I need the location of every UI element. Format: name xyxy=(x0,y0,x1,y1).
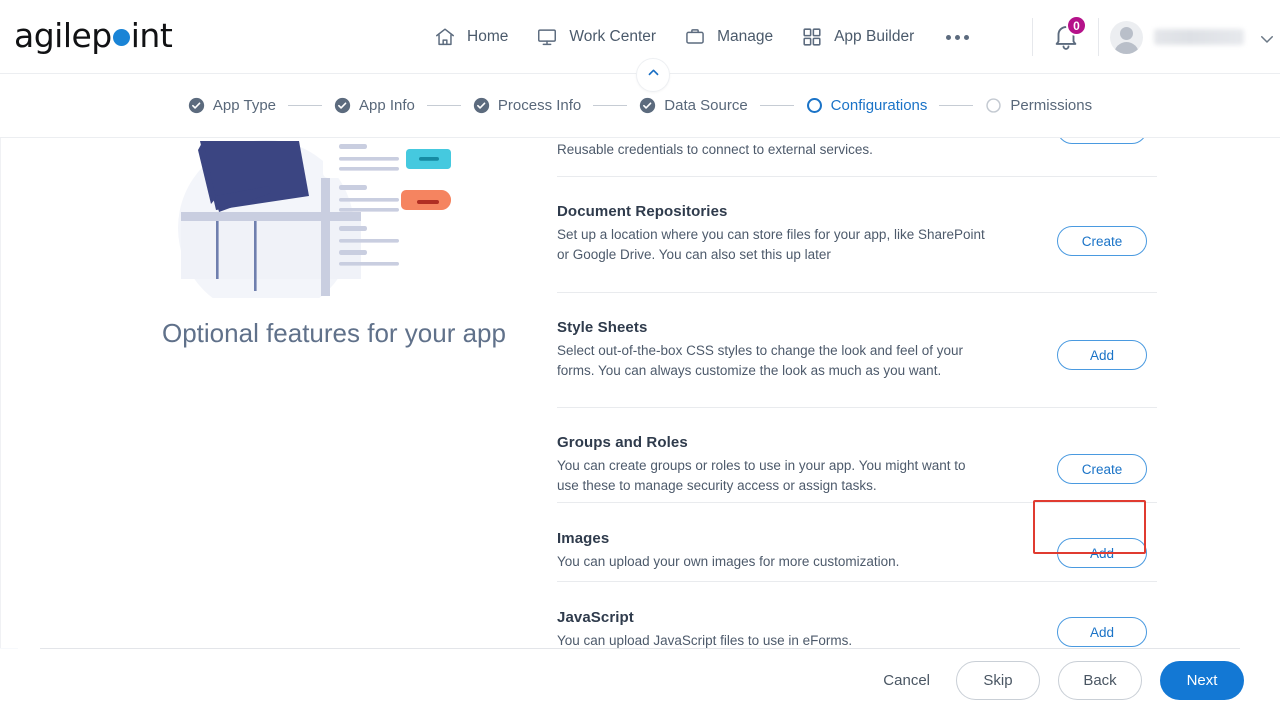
list-item: JavaScript You can upload JavaScript fil… xyxy=(557,582,1157,648)
row-action: Create xyxy=(1057,226,1147,256)
wizard-content: Optional features for your app Reusable … xyxy=(0,138,1280,648)
nav-item-manage[interactable]: Manage xyxy=(682,24,773,50)
nav-divider-2 xyxy=(1098,18,1099,56)
back-button[interactable]: Back xyxy=(1058,661,1142,700)
notification-badge: 0 xyxy=(1066,15,1087,36)
row-action: Add xyxy=(1057,617,1147,647)
left-panel: Optional features for your app xyxy=(19,138,589,648)
check-circle-filled-icon xyxy=(473,97,490,114)
footer-buttons: Cancel Skip Back Next xyxy=(875,661,1244,700)
step-configurations-label: Configurations xyxy=(830,97,928,114)
step-connector-4 xyxy=(759,104,794,107)
logo-text-left: agilep xyxy=(14,16,112,55)
list-item: Images You can upload your own images fo… xyxy=(557,503,1157,581)
row-title: Groups and Roles xyxy=(557,434,688,451)
row-title: JavaScript xyxy=(557,609,634,626)
step-app-info[interactable]: App Info xyxy=(334,97,415,114)
stepper-steps: App Type App Info Process Info Data Sour… xyxy=(188,97,1092,114)
row-description: You can upload JavaScript files to use i… xyxy=(557,633,853,648)
bell-icon xyxy=(1051,26,1081,56)
step-connector-2 xyxy=(426,104,461,107)
row-description: You can upload your own images for more … xyxy=(557,554,900,569)
avatar-body xyxy=(1114,42,1139,54)
check-circle-filled-icon xyxy=(188,97,205,114)
document-repositories-create-button[interactable]: Create xyxy=(1057,226,1147,256)
circle-outline-icon xyxy=(985,97,1002,114)
step-app-info-label: App Info xyxy=(359,97,415,114)
row-action: Add xyxy=(1057,340,1147,370)
list-item: Reusable credentials to connect to exter… xyxy=(557,138,1157,176)
row-description: Select out-of-the-box CSS styles to chan… xyxy=(557,343,963,378)
groups-and-roles-create-button[interactable]: Create xyxy=(1057,454,1147,484)
row-description: You can create groups or roles to use in… xyxy=(557,458,966,493)
grid-icon xyxy=(799,24,825,50)
images-add-button[interactable]: Add xyxy=(1057,538,1147,568)
step-connector-5 xyxy=(939,104,974,107)
style-sheets-add-button[interactable]: Add xyxy=(1057,340,1147,370)
nav-item-work-center[interactable]: Work Center xyxy=(534,24,656,50)
monitor-icon xyxy=(534,24,560,50)
skip-button[interactable]: Skip xyxy=(956,661,1040,700)
javascript-add-button[interactable]: Add xyxy=(1057,617,1147,647)
list-item: Style Sheets Select out-of-the-box CSS s… xyxy=(557,293,1157,407)
next-button[interactable]: Next xyxy=(1160,661,1244,700)
step-permissions-label: Permissions xyxy=(1010,97,1093,114)
more-options-icon[interactable] xyxy=(946,34,970,40)
row-action: Create xyxy=(1057,454,1147,484)
nav-item-home[interactable]: Home xyxy=(432,24,508,50)
nav-item-app-builder-label: App Builder xyxy=(834,28,915,45)
agilepoint-logo[interactable]: agilep int xyxy=(14,16,173,55)
step-app-type[interactable]: App Type xyxy=(188,97,276,114)
logo-text-right: int xyxy=(130,16,173,55)
list-item: Document Repositories Set up a location … xyxy=(557,177,1157,292)
check-circle-filled-icon xyxy=(639,97,656,114)
step-configurations[interactable]: Configurations xyxy=(806,97,928,114)
page-title: Optional features for your app xyxy=(162,318,506,348)
nav-item-home-label: Home xyxy=(467,28,509,45)
step-process-info-label: Process Info xyxy=(497,97,582,114)
nav-divider-1 xyxy=(1032,18,1033,56)
row-description: Reusable credentials to connect to exter… xyxy=(557,142,873,157)
row-title: Images xyxy=(557,530,610,547)
chevron-down-icon[interactable] xyxy=(1258,30,1276,53)
circle-outline-active-icon xyxy=(806,97,823,114)
step-connector-1 xyxy=(288,104,323,107)
nav-items: Home Work Center Manage App Builder xyxy=(432,0,970,74)
user-name-redacted xyxy=(1154,29,1244,45)
check-circle-filled-icon xyxy=(334,97,351,114)
notifications-button[interactable]: 0 xyxy=(1051,15,1087,56)
step-permissions[interactable]: Permissions xyxy=(985,97,1092,114)
nav-item-manage-label: Manage xyxy=(717,28,774,45)
list-item: Groups and Roles You can create groups o… xyxy=(557,408,1157,502)
cancel-button[interactable]: Cancel xyxy=(875,666,938,695)
nav-item-app-builder[interactable]: App Builder xyxy=(799,24,914,50)
nav-item-work-center-label: Work Center xyxy=(569,28,657,45)
row-action xyxy=(1057,138,1147,144)
step-data-source[interactable]: Data Source xyxy=(639,97,748,114)
row-title: Document Repositories xyxy=(557,203,728,220)
row-action: Add xyxy=(1057,538,1147,568)
home-icon xyxy=(432,24,458,50)
collapse-header-button[interactable] xyxy=(636,58,670,92)
avatar[interactable] xyxy=(1110,21,1143,54)
step-data-source-label: Data Source xyxy=(664,97,748,114)
credentials-action-button[interactable] xyxy=(1057,138,1147,144)
optional-features-list: Reusable credentials to connect to exter… xyxy=(557,138,1157,648)
row-title: Style Sheets xyxy=(557,319,648,336)
chevron-up-icon xyxy=(646,65,661,85)
optional-features-illustration xyxy=(171,138,461,298)
step-app-type-label: App Type xyxy=(212,97,277,114)
wizard-footer: Cancel Skip Back Next xyxy=(0,649,1280,713)
briefcase-icon xyxy=(682,24,708,50)
row-description: Set up a location where you can store fi… xyxy=(557,227,985,262)
step-connector-3 xyxy=(593,104,628,107)
app-root: agilep int Home Work Center Manage App B… xyxy=(0,0,1280,713)
step-process-info[interactable]: Process Info xyxy=(473,97,581,114)
avatar-head xyxy=(1120,27,1133,40)
logo-dot-icon xyxy=(112,29,130,46)
